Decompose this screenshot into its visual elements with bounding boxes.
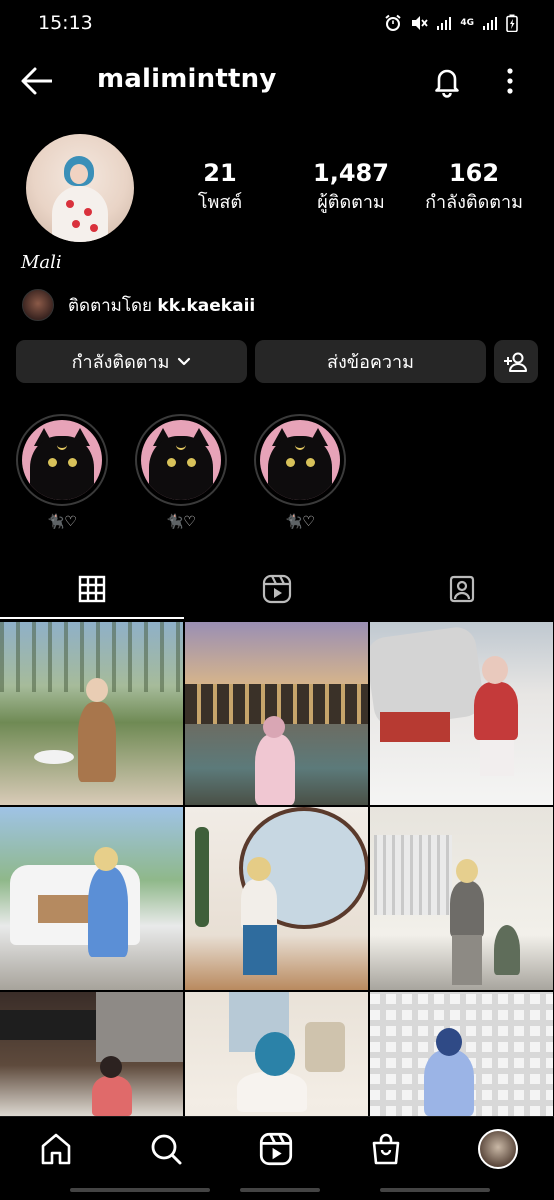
search-icon: [151, 1134, 182, 1165]
signal-icon-2: [483, 17, 497, 30]
stat-posts[interactable]: 21 โพสต์: [180, 158, 260, 218]
post-thumbnail[interactable]: [0, 807, 183, 990]
post-thumbnail[interactable]: [185, 992, 368, 1116]
nav-shop[interactable]: [366, 1129, 406, 1169]
follower-avatar: [22, 289, 54, 321]
profile-stats: 21 โพสต์ 1,487 ผู้ติดตาม 162 กำลังติดตาม: [160, 158, 550, 228]
posts-count: 21: [203, 159, 237, 187]
highlight-cover: [260, 420, 340, 500]
profile-actions: กำลังติดตาม ส่งข้อความ: [16, 340, 538, 384]
suggested-users-button[interactable]: [494, 340, 538, 383]
message-button[interactable]: ส่งข้อความ: [255, 340, 486, 383]
back-arrow-icon: [21, 67, 52, 95]
story-highlight[interactable]: 🐈‍⬛♡: [254, 414, 346, 530]
system-nav-bar: [380, 1188, 490, 1192]
profile-avatar-icon: [478, 1129, 518, 1169]
highlight-cover: [22, 420, 102, 500]
network-type: 4G: [460, 17, 474, 28]
stat-following[interactable]: 162 กำลังติดตาม: [414, 158, 534, 218]
nav-home[interactable]: [36, 1129, 76, 1169]
nav-reels[interactable]: [256, 1129, 296, 1169]
notifications-button[interactable]: [430, 64, 464, 98]
highlight-ring: [135, 414, 227, 506]
following-button-label: กำลังติดตาม: [71, 352, 170, 373]
bottom-navigation: [0, 1116, 554, 1200]
chevron-down-icon: [178, 357, 191, 365]
bell-icon: [435, 69, 459, 98]
followers-count: 1,487: [313, 159, 389, 187]
followed-by-text: ติดตามโดย kk.kaekaii: [68, 292, 255, 319]
stat-followers[interactable]: 1,487 ผู้ติดตาม: [296, 158, 406, 218]
highlight-ring: [16, 414, 108, 506]
signal-icon: [437, 17, 452, 30]
followers-label: ผู้ติดตาม: [317, 192, 385, 213]
profile-tabs: [0, 560, 554, 619]
reels-icon: [259, 1132, 293, 1166]
battery-icon: [506, 14, 518, 32]
post-thumbnail[interactable]: [185, 622, 368, 805]
highlight-label: 🐈‍⬛♡: [166, 514, 196, 530]
following-button[interactable]: กำลังติดตาม: [16, 340, 247, 383]
post-thumbnail[interactable]: [0, 622, 183, 805]
following-count: 162: [448, 159, 500, 187]
shop-icon: [372, 1133, 400, 1165]
story-highlight[interactable]: 🐈‍⬛♡: [16, 414, 108, 530]
tab-tagged[interactable]: [370, 560, 554, 618]
highlight-label: 🐈‍⬛♡: [47, 514, 77, 530]
highlight-cover: [141, 420, 221, 500]
tagged-icon: [449, 575, 475, 603]
post-thumbnail[interactable]: [370, 807, 553, 990]
post-thumbnail[interactable]: [185, 807, 368, 990]
followed-by-user: kk.kaekaii: [157, 295, 256, 316]
grid-icon: [78, 575, 106, 603]
more-vertical-icon: [507, 68, 513, 94]
alarm-icon: [385, 14, 401, 31]
status-time: 15:13: [38, 12, 93, 34]
tab-posts-grid[interactable]: [0, 560, 184, 618]
highlight-ring: [254, 414, 346, 506]
highlight-label: 🐈‍⬛♡: [285, 514, 315, 530]
tab-reels[interactable]: [185, 560, 369, 618]
header-username: maliminttny: [97, 64, 277, 94]
posts-grid: [0, 622, 554, 1116]
active-tab-indicator: [0, 617, 184, 619]
status-bar: 15:13 4G: [0, 0, 554, 46]
display-name: Mali: [21, 252, 62, 273]
post-thumbnail[interactable]: [0, 992, 183, 1116]
system-nav-bar: [240, 1188, 320, 1192]
following-label: กำลังติดตาม: [425, 192, 523, 213]
posts-label: โพสต์: [197, 192, 243, 213]
post-thumbnail[interactable]: [370, 622, 553, 805]
system-nav-bar: [70, 1188, 210, 1192]
followed-by[interactable]: ติดตามโดย kk.kaekaii: [22, 288, 255, 322]
post-thumbnail[interactable]: [370, 992, 553, 1116]
add-user-icon: [504, 352, 527, 372]
status-icons: 4G: [384, 14, 518, 32]
profile-header: maliminttny: [0, 52, 554, 110]
mute-icon: [412, 16, 429, 30]
reels-icon: [262, 574, 292, 604]
back-button[interactable]: [20, 66, 54, 96]
story-highlight[interactable]: 🐈‍⬛♡: [135, 414, 227, 530]
followed-by-prefix: ติดตามโดย: [68, 295, 158, 316]
message-button-label: ส่งข้อความ: [326, 352, 414, 373]
profile-avatar[interactable]: [26, 134, 134, 242]
nav-profile[interactable]: [478, 1129, 518, 1169]
nav-search[interactable]: [146, 1129, 186, 1169]
home-icon: [41, 1133, 71, 1165]
more-options-button[interactable]: [500, 64, 520, 98]
